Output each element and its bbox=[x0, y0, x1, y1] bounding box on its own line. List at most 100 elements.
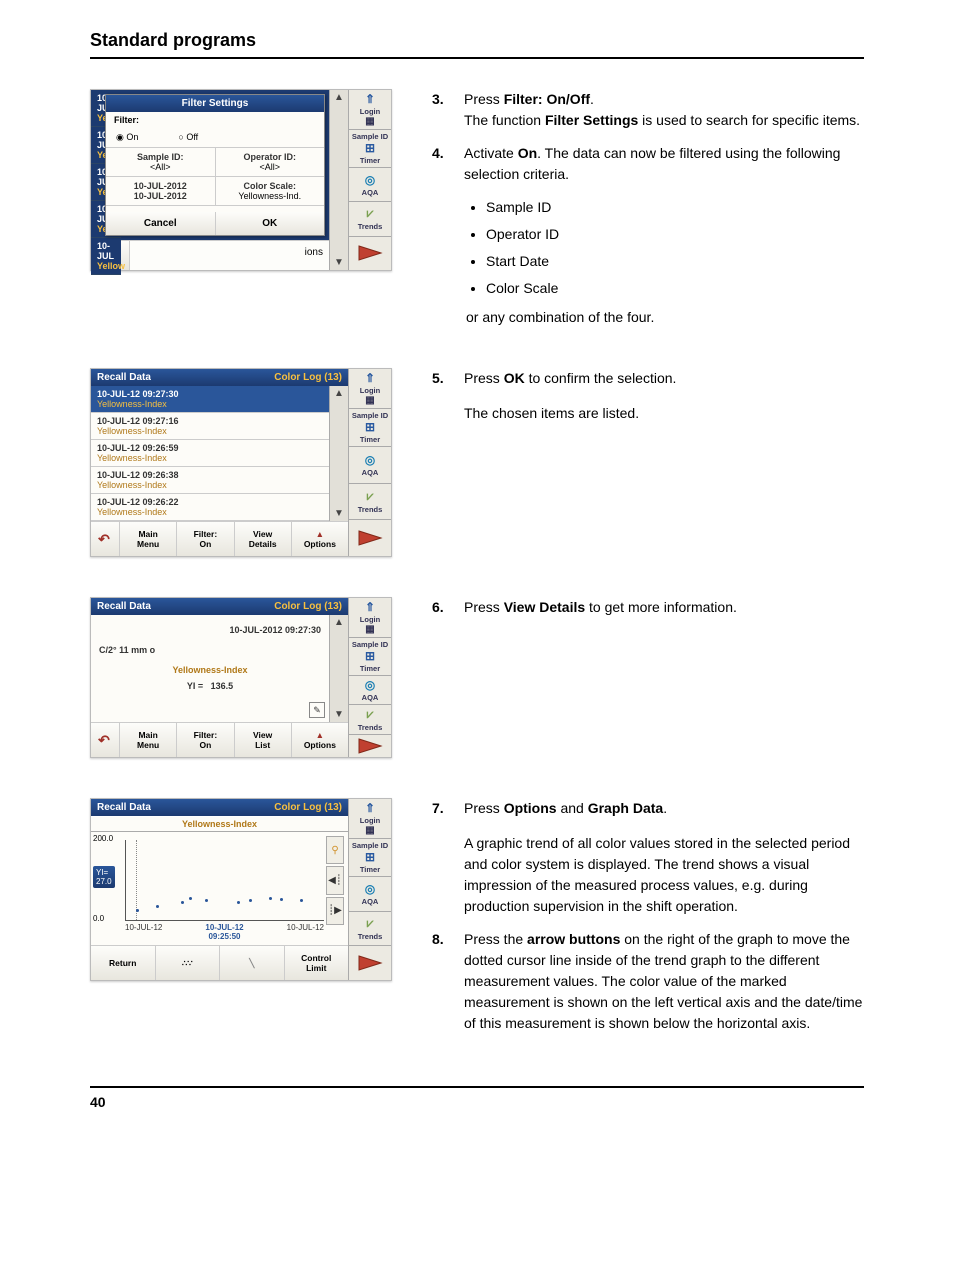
side-sampleid-button[interactable]: Sample ID⊞Timer bbox=[349, 130, 391, 168]
graph-points-button[interactable]: ∴∵ bbox=[156, 946, 221, 980]
screenshot-recall-graph: Recall DataColor Log (13) Yellowness-Ind… bbox=[90, 798, 392, 981]
side-play-button[interactable] bbox=[349, 237, 391, 270]
filter-button[interactable]: Filter:On bbox=[177, 723, 234, 757]
side-login-button[interactable]: ⇑Login▦ bbox=[349, 369, 391, 409]
main-menu-button[interactable]: MainMenu bbox=[120, 522, 177, 556]
side-aqa-button[interactable]: ◎AQA bbox=[349, 877, 391, 912]
filter-label: Filter: bbox=[106, 112, 324, 128]
cancel-button[interactable]: Cancel bbox=[106, 212, 216, 235]
step-8: 8. Press the arrow buttons on the right … bbox=[432, 929, 864, 1034]
side-play-button[interactable] bbox=[349, 520, 391, 556]
list-item[interactable]: 10-JUL-12 09:26:59Yellowness-Index bbox=[91, 440, 329, 467]
side-trends-button[interactable]: ⩗Trends bbox=[349, 484, 391, 521]
trends-icon: ⩗ bbox=[367, 916, 374, 931]
options-up-icon: ▲ bbox=[316, 529, 324, 539]
card-icon: ▦ bbox=[365, 116, 374, 127]
scroll-down-icon[interactable]: ▼ bbox=[332, 506, 346, 521]
view-list-button[interactable]: ViewList bbox=[235, 723, 292, 757]
target-icon: ◎ bbox=[365, 173, 375, 187]
y-selected: YI=27.0 bbox=[93, 866, 115, 888]
screenshot-recall-detail: Recall DataColor Log (13) 10-JUL-2012 09… bbox=[90, 597, 392, 758]
scroll-up-icon[interactable]: ▲ bbox=[332, 90, 346, 105]
side-play-button[interactable] bbox=[349, 735, 391, 757]
side-sampleid-button[interactable]: Sample ID⊞Timer bbox=[349, 638, 391, 676]
side-login-button[interactable]: ⇑Login▦ bbox=[349, 799, 391, 839]
trend-graph bbox=[125, 840, 324, 921]
step-3: 3. Press Filter: On/Off. The function Fi… bbox=[432, 89, 864, 131]
date-cell[interactable]: 10-JUL-201210-JUL-2012 bbox=[106, 177, 216, 205]
ok-button[interactable]: OK bbox=[216, 212, 325, 235]
return-button[interactable]: Return bbox=[91, 946, 156, 980]
card-icon: ▦ bbox=[365, 624, 374, 635]
back-button[interactable]: ↶ bbox=[91, 522, 120, 556]
titlebar-right: Color Log (13) bbox=[274, 802, 342, 813]
sampleid-icon: ⊞ bbox=[365, 649, 375, 663]
graph-zoom-icon[interactable]: ⚲ bbox=[326, 836, 344, 864]
screenshot-recall-list: Recall DataColor Log (13) 10-JUL-12 09:2… bbox=[90, 368, 392, 557]
side-aqa-button[interactable]: ◎AQA bbox=[349, 447, 391, 484]
color-scale-cell[interactable]: Color Scale:Yellowness-Ind. bbox=[216, 177, 325, 205]
back-button[interactable]: ↶ bbox=[91, 723, 120, 757]
graph-right-icon[interactable]: ┊▶ bbox=[326, 897, 344, 925]
graph-subtitle: Yellowness-Index bbox=[91, 816, 348, 832]
options-up-icon: ▲ bbox=[316, 730, 324, 740]
sampleid-icon: ⊞ bbox=[365, 141, 375, 155]
options-button[interactable]: ▲Options bbox=[292, 522, 348, 556]
radio-off[interactable]: Off bbox=[178, 132, 198, 143]
side-play-button[interactable] bbox=[349, 946, 391, 980]
options-button[interactable]: ▲Options bbox=[292, 723, 348, 757]
list-item[interactable]: 10-JUL-12 09:27:30Yellowness-Index bbox=[91, 386, 329, 413]
criteria-list: Sample ID Operator ID Start Date Color S… bbox=[486, 197, 864, 299]
operator-id-cell[interactable]: Operator ID:<All> bbox=[216, 148, 325, 176]
scroll-up-icon[interactable]: ▲ bbox=[332, 615, 346, 630]
detail-datetime: 10-JUL-2012 09:27:30 bbox=[99, 625, 321, 635]
side-trends-button[interactable]: ⩗Trends bbox=[349, 705, 391, 735]
target-icon: ◎ bbox=[365, 882, 375, 896]
step-7: 7. Press Options and Graph Data. A graph… bbox=[432, 798, 864, 917]
card-icon: ▦ bbox=[365, 395, 374, 406]
side-login-button[interactable]: ⇑Login▦ bbox=[349, 90, 391, 130]
y-min: 0.0 bbox=[93, 914, 104, 923]
x-selected: 10-JUL-1209:25:50 bbox=[205, 923, 243, 941]
side-trends-button[interactable]: ⩗Trends bbox=[349, 202, 391, 236]
list-item[interactable]: 10-JUL-12 09:26:38Yellowness-Index bbox=[91, 467, 329, 494]
control-limit-button[interactable]: ControlLimit bbox=[285, 946, 349, 980]
edit-icon[interactable]: ✎ bbox=[309, 702, 325, 718]
list-item[interactable]: 10-JUL-12 09:26:22Yellowness-Index bbox=[91, 494, 329, 521]
scroll-down-icon[interactable]: ▼ bbox=[332, 707, 346, 722]
titlebar-left: Recall Data bbox=[97, 372, 151, 383]
back-icon: ↶ bbox=[98, 732, 110, 749]
list-item[interactable]: 10-JUL-12 09:27:16Yellowness-Index bbox=[91, 413, 329, 440]
side-trends-button[interactable]: ⩗Trends bbox=[349, 912, 391, 947]
scroll-down-icon[interactable]: ▼ bbox=[332, 255, 346, 270]
trends-icon: ⩗ bbox=[367, 707, 374, 722]
radio-on[interactable]: On bbox=[116, 132, 138, 143]
side-sampleid-button[interactable]: Sample ID⊞Timer bbox=[349, 409, 391, 447]
step-6: 6. Press View Details to get more inform… bbox=[432, 597, 864, 618]
graph-line-button[interactable]: ╲ bbox=[220, 946, 285, 980]
dialog-title: Filter Settings bbox=[106, 95, 324, 112]
graph-left-icon[interactable]: ◀┊ bbox=[326, 866, 344, 894]
trends-icon: ⩗ bbox=[367, 489, 374, 504]
scroll-up-icon[interactable]: ▲ bbox=[332, 386, 346, 401]
line-icon: ╲ bbox=[249, 958, 254, 969]
main-menu-button[interactable]: MainMenu bbox=[120, 723, 177, 757]
view-details-button[interactable]: ViewDetails bbox=[235, 522, 292, 556]
side-aqa-button[interactable]: ◎AQA bbox=[349, 676, 391, 705]
detail-yi-value: YI = 136.5 bbox=[99, 681, 321, 691]
filter-button[interactable]: Filter:On bbox=[177, 522, 234, 556]
target-icon: ◎ bbox=[365, 453, 375, 467]
login-icon: ⇑ bbox=[365, 371, 375, 385]
login-icon: ⇑ bbox=[365, 92, 375, 106]
side-login-button[interactable]: ⇑Login▦ bbox=[349, 598, 391, 638]
side-aqa-button[interactable]: ◎AQA bbox=[349, 168, 391, 202]
target-icon: ◎ bbox=[365, 678, 375, 692]
detail-yi-title: Yellowness-Index bbox=[99, 665, 321, 675]
trends-icon: ⩗ bbox=[367, 206, 374, 221]
sample-id-cell[interactable]: Sample ID:<All> bbox=[106, 148, 216, 176]
step-4: 4. Activate On. The data can now be filt… bbox=[432, 143, 864, 185]
after-bullets: or any combination of the four. bbox=[466, 307, 864, 328]
back-icon: ↶ bbox=[98, 531, 110, 548]
ions-label: ions bbox=[130, 241, 329, 270]
side-sampleid-button[interactable]: Sample ID⊞Timer bbox=[349, 839, 391, 877]
